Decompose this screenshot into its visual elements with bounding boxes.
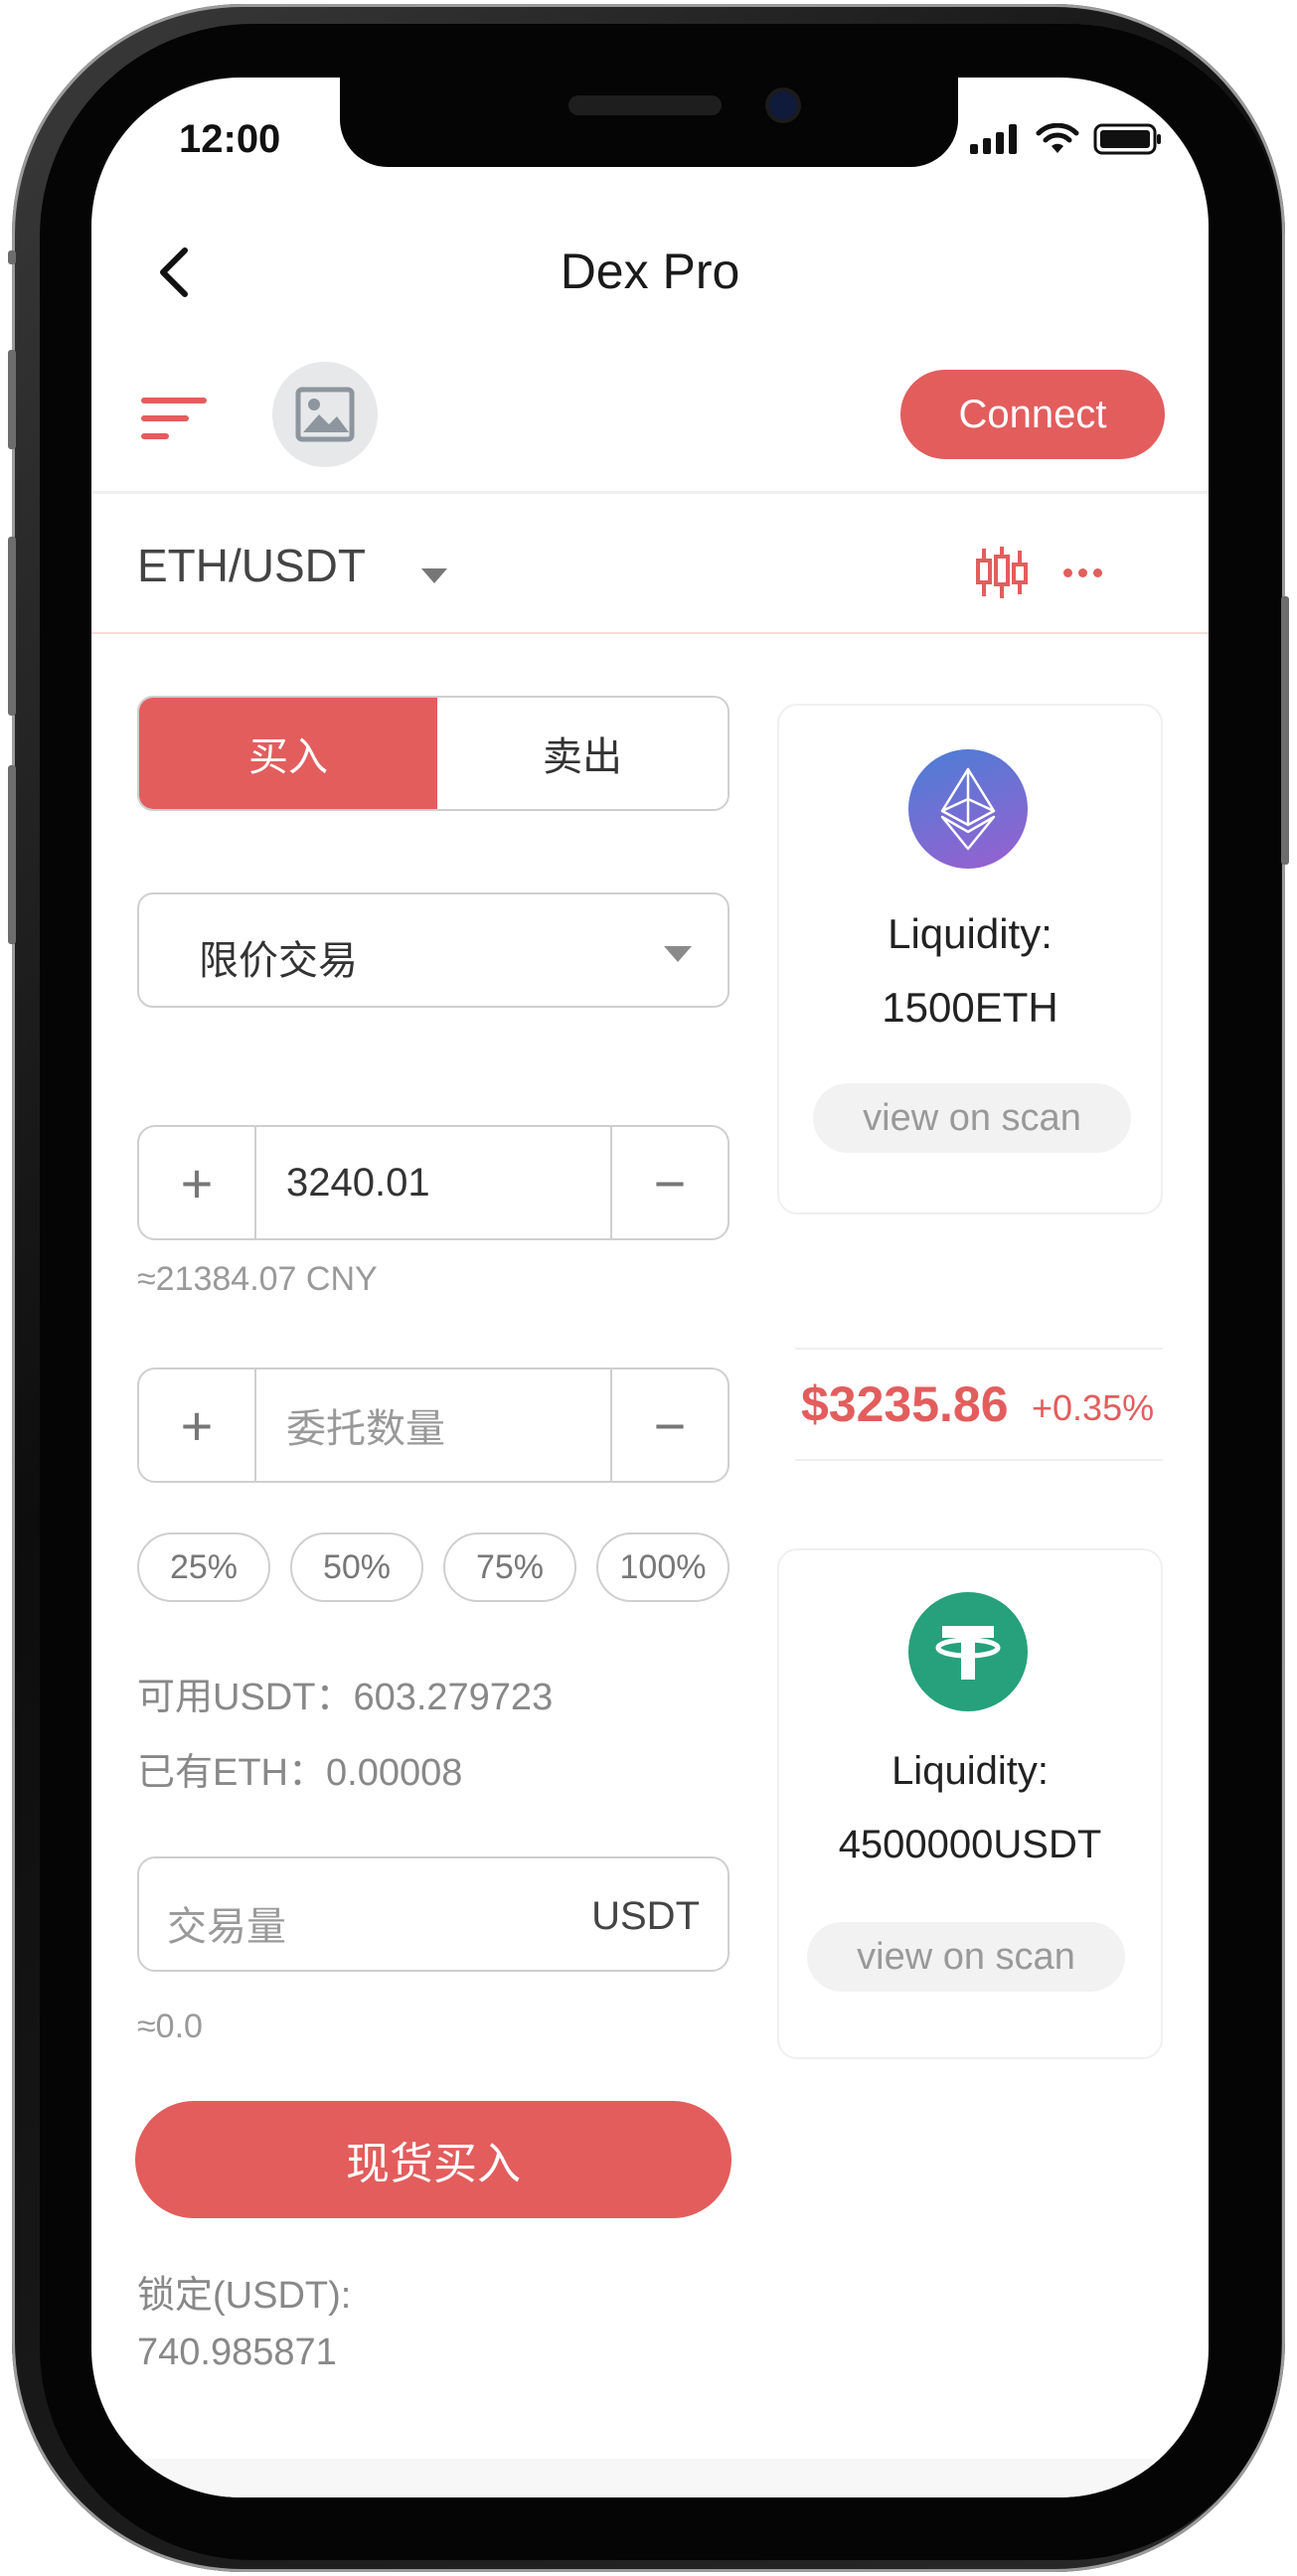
ethereum-icon	[908, 749, 1028, 869]
volume-hint: ≈0.0	[137, 2008, 203, 2045]
order-type-value: 限价交易	[199, 939, 358, 983]
divider	[91, 632, 1209, 634]
percent-100-button[interactable]: 100%	[596, 1532, 730, 1602]
wifi-icon	[1036, 123, 1079, 153]
page-title: Dex Pro	[560, 243, 740, 299]
trade-side-tabs: 买入 卖出	[137, 696, 730, 811]
status-time: 12:00	[179, 117, 281, 161]
plus-icon[interactable]: +	[139, 1369, 254, 1481]
menu-icon[interactable]	[141, 396, 211, 445]
side-button	[8, 350, 16, 449]
available-usdt: 可用USDT：603.279723	[137, 1677, 554, 1718]
ticker-change: +0.35%	[1032, 1387, 1155, 1428]
amount-input[interactable]: 委托数量	[254, 1369, 612, 1481]
avatar[interactable]	[272, 362, 378, 467]
locked-label: 锁定(USDT):	[137, 2275, 352, 2317]
eth-pool-card: Liquidity: 1500ETH view on scan	[777, 704, 1163, 1214]
dropdown-caret-icon[interactable]	[421, 568, 447, 583]
side-button	[8, 537, 16, 716]
candlestick-icon[interactable]	[974, 545, 1030, 600]
signal-icon	[970, 124, 1017, 154]
tab-buy[interactable]: 买入	[139, 698, 437, 809]
percentage-row: 25% 50% 75% 100%	[137, 1532, 730, 1602]
divider	[795, 1348, 1163, 1350]
usdt-liquidity-label: Liquidity:	[892, 1749, 1049, 1793]
usdt-view-on-scan-button[interactable]: view on scan	[807, 1922, 1125, 1992]
spot-buy-button[interactable]: 现货买入	[135, 2101, 731, 2218]
eth-liquidity-label: Liquidity:	[888, 910, 1053, 957]
eth-liquidity-amount: 1500ETH	[882, 984, 1058, 1031]
percent-25-button[interactable]: 25%	[137, 1532, 270, 1602]
price-hint: ≈21384.07 CNY	[137, 1260, 378, 1298]
image-icon	[295, 387, 355, 442]
locked-value: 740.985871	[137, 2332, 337, 2373]
battery-icon	[1093, 123, 1161, 155]
eth-view-on-scan-button[interactable]: view on scan	[813, 1083, 1131, 1153]
tether-icon	[908, 1592, 1028, 1711]
order-type-select[interactable]: 限价交易	[137, 892, 730, 1008]
usdt-liquidity-amount: 4500000USDT	[838, 1823, 1102, 1866]
more-icon[interactable]	[1063, 555, 1115, 590]
connect-button[interactable]: Connect	[900, 370, 1165, 459]
volume-unit: USDT	[591, 1894, 700, 1938]
held-eth: 已有ETH：0.00008	[137, 1752, 463, 1794]
tab-sell[interactable]: 卖出	[437, 698, 728, 809]
speaker	[568, 95, 722, 115]
side-button	[8, 250, 16, 264]
price-input[interactable]: 3240.01	[254, 1127, 612, 1238]
amount-stepper: + 委托数量 −	[137, 1368, 730, 1483]
divider	[795, 1459, 1163, 1461]
pair-selector[interactable]: ETH/USDT	[137, 539, 366, 592]
percent-75-button[interactable]: 75%	[443, 1532, 576, 1602]
plus-icon[interactable]: +	[139, 1127, 254, 1238]
bottom-bar	[91, 2459, 1209, 2497]
status-icons	[970, 123, 1163, 155]
minus-icon[interactable]: −	[612, 1127, 728, 1238]
chevron-down-icon	[664, 946, 692, 962]
volume-placeholder: 交易量	[167, 1905, 286, 1949]
percent-50-button[interactable]: 50%	[290, 1532, 423, 1602]
divider	[91, 491, 1209, 494]
side-button	[8, 765, 16, 944]
usdt-pool-card: Liquidity: 4500000USDT view on scan	[777, 1548, 1163, 2059]
screen: 12:00 Dex Pro Connect ETH/USDT 买入 卖出 限价交…	[91, 78, 1209, 2497]
minus-icon[interactable]: −	[612, 1369, 728, 1481]
camera	[769, 91, 797, 119]
notch	[340, 78, 958, 167]
volume-input[interactable]: 交易量 USDT	[137, 1856, 730, 1972]
ticker-price: $3235.86	[801, 1376, 1009, 1432]
price-stepper: + 3240.01 −	[137, 1125, 730, 1240]
side-button	[1281, 596, 1289, 865]
